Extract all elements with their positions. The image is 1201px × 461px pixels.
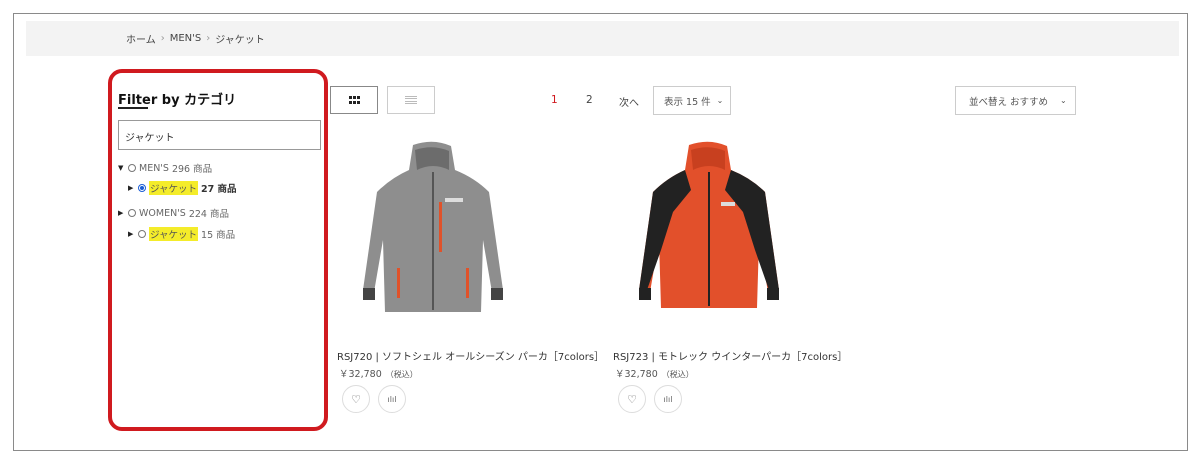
list-icon (405, 96, 417, 104)
breadcrumb-separator: › (206, 33, 211, 44)
list-view-button[interactable] (387, 86, 435, 114)
grid-icon (349, 96, 360, 104)
category-radio[interactable] (138, 230, 146, 238)
heart-icon: ♡ (627, 392, 637, 406)
page-link[interactable]: 2 (586, 94, 593, 106)
category-item-womens[interactable]: ▶ WOMEN'S 224 商品 (118, 206, 229, 221)
breadcrumb-home[interactable]: ホーム (126, 31, 156, 46)
filter-sidebar: Filter by カテゴリ ジャケット ▼ MEN'S 296 商品 ▶ ジャ… (108, 69, 328, 431)
product-image[interactable] (345, 140, 520, 320)
category-radio[interactable] (128, 209, 136, 217)
category-count: 224 商品 (188, 209, 229, 220)
favorite-button[interactable]: ♡ (618, 385, 646, 413)
category-item-mens[interactable]: ▼ MEN'S 296 商品 (118, 161, 213, 176)
category-radio[interactable] (128, 164, 136, 172)
chevron-down-icon: ⌄ (1060, 96, 1067, 105)
price-value: ￥32,780 (339, 369, 382, 380)
grid-view-button[interactable] (330, 86, 378, 114)
sort-select[interactable]: 並べ替え おすすめ ⌄ (955, 86, 1076, 115)
next-page-link[interactable]: 次へ (619, 94, 639, 109)
category-count: 296 商品 (171, 164, 213, 175)
compare-button[interactable]: ılıl (654, 385, 682, 413)
bar-chart-icon: ılıl (663, 394, 673, 404)
compare-button[interactable]: ılıl (378, 385, 406, 413)
category-count: 27 商品 (201, 184, 237, 195)
chevron-down-icon: ⌄ (716, 96, 724, 105)
favorite-button[interactable]: ♡ (342, 385, 370, 413)
category-item-womens-jacket[interactable]: ▶ ジャケット 15 商品 (128, 227, 235, 241)
sort-value: 並べ替え おすすめ (969, 96, 1049, 108)
caret-right-icon[interactable]: ▶ (128, 230, 138, 238)
tax-note: （税込） (661, 370, 694, 379)
product-price: ￥32,780 （税込） (615, 366, 694, 380)
category-label: ジャケット (149, 227, 199, 241)
product-price: ￥32,780 （税込） (339, 366, 418, 380)
jacket-image (639, 141, 779, 308)
product-card[interactable]: RSJ720 | ソフトシェル オールシーズン パーカ［7colors］ ￥32… (337, 140, 607, 413)
product-card[interactable]: RSJ723 | モトレック ウインターパーカ［7colors］ ￥32,780… (613, 140, 883, 413)
category-label: ジャケット (149, 181, 199, 195)
category-label: WOMEN'S (139, 207, 186, 219)
category-item-mens-jacket[interactable]: ▶ ジャケット 27 商品 (128, 181, 237, 195)
jacket-image (363, 141, 503, 312)
per-page-select[interactable]: 表示 15 件 ⌄ (653, 86, 731, 115)
filter-title: Filter by カテゴリ (118, 93, 237, 108)
breadcrumb-current: ジャケット (215, 35, 265, 46)
caret-right-icon[interactable]: ▶ (118, 209, 128, 217)
category-radio-checked[interactable] (138, 184, 146, 192)
product-image[interactable] (621, 140, 796, 320)
tax-note: （税込） (385, 370, 418, 379)
heart-icon: ♡ (351, 392, 361, 406)
price-value: ￥32,780 (615, 369, 658, 380)
caret-right-icon[interactable]: ▶ (128, 184, 138, 192)
page-link-current[interactable]: 1 (551, 94, 558, 106)
bar-chart-icon: ılıl (387, 394, 397, 404)
caret-down-icon[interactable]: ▼ (118, 164, 128, 172)
category-count: 15 商品 (201, 230, 236, 241)
breadcrumb-mens[interactable]: MEN'S (170, 33, 202, 44)
product-name[interactable]: RSJ720 | ソフトシェル オールシーズン パーカ［7colors］ (337, 348, 604, 363)
filter-title-underline (118, 107, 148, 109)
breadcrumb-separator: › (160, 33, 165, 44)
category-label: MEN'S (139, 162, 169, 174)
per-page-value: 表示 15 件 (664, 96, 711, 108)
category-search-input[interactable]: ジャケット (118, 120, 321, 150)
breadcrumb: ホーム › MEN'S › ジャケット (26, 21, 1179, 56)
product-name[interactable]: RSJ723 | モトレック ウインターパーカ［7colors］ (613, 348, 847, 363)
